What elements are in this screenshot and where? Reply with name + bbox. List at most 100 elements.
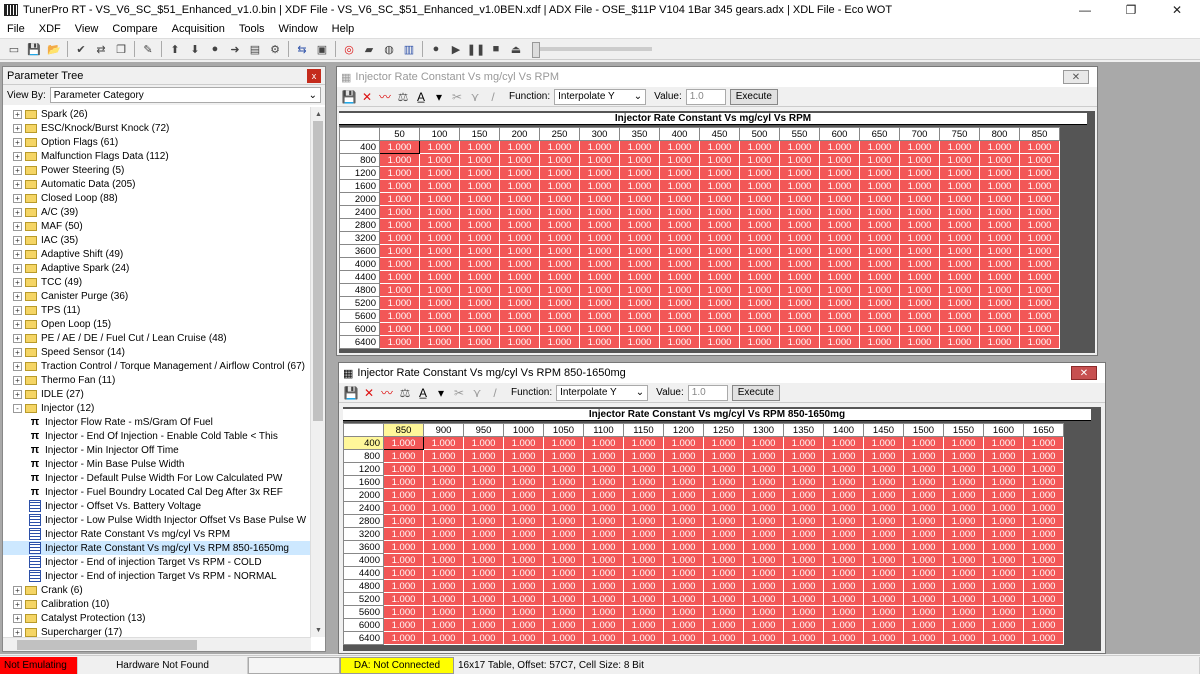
- table-cell[interactable]: 1.000: [783, 553, 824, 567]
- tree-item[interactable]: Injector Rate Constant Vs mg/cyl Vs RPM: [3, 527, 311, 541]
- table-cell[interactable]: 1.000: [663, 579, 704, 593]
- table-cell[interactable]: 1.000: [423, 501, 464, 515]
- close-button[interactable]: ✕: [1154, 0, 1200, 20]
- eject-icon[interactable]: ⏏: [508, 41, 524, 57]
- table-cell[interactable]: 1.000: [899, 153, 940, 167]
- table-cell[interactable]: 1.000: [863, 501, 904, 515]
- column-header[interactable]: 1350: [783, 423, 824, 437]
- table-cell[interactable]: 1.000: [779, 153, 820, 167]
- menu-xdf[interactable]: XDF: [32, 23, 68, 35]
- table-cell[interactable]: 1.000: [459, 322, 500, 336]
- table-cell[interactable]: 1.000: [739, 205, 780, 219]
- row-header[interactable]: 1200: [339, 166, 380, 180]
- table-cell[interactable]: 1.000: [783, 618, 824, 632]
- compare-icon[interactable]: ⇄: [93, 41, 109, 57]
- table-cell[interactable]: 1.000: [743, 449, 784, 463]
- expand-icon[interactable]: +: [13, 179, 22, 189]
- save-icon[interactable]: 💾: [341, 89, 357, 105]
- table-cell[interactable]: 1.000: [503, 631, 544, 645]
- table-cell[interactable]: 1.000: [659, 166, 700, 180]
- table-cell[interactable]: 1.000: [663, 475, 704, 489]
- table-cell[interactable]: 1.000: [943, 592, 984, 606]
- table-cell[interactable]: 1.000: [939, 218, 980, 232]
- table-cell[interactable]: 1.000: [823, 553, 864, 567]
- row-header[interactable]: 400: [343, 436, 384, 450]
- table-cell[interactable]: 1.000: [499, 270, 540, 284]
- table-cell[interactable]: 1.000: [459, 270, 500, 284]
- link-icon[interactable]: ⚙: [267, 41, 283, 57]
- table-cell[interactable]: 1.000: [979, 179, 1020, 193]
- close-icon[interactable]: ✕: [1071, 366, 1097, 380]
- graph-icon[interactable]: 〰: [379, 385, 395, 401]
- table-cell[interactable]: 1.000: [863, 618, 904, 632]
- table-cell[interactable]: 1.000: [419, 335, 460, 349]
- table-cell[interactable]: 1.000: [423, 631, 464, 645]
- table-cell[interactable]: 1.000: [659, 179, 700, 193]
- table-cell[interactable]: 1.000: [783, 436, 824, 450]
- tree-category[interactable]: + TPS (11): [3, 303, 311, 317]
- collapse-icon[interactable]: -: [13, 403, 22, 413]
- table-cell[interactable]: 1.000: [903, 527, 944, 541]
- table-cell[interactable]: 1.000: [379, 231, 420, 245]
- table-cell[interactable]: 1.000: [783, 540, 824, 554]
- table-cell[interactable]: 1.000: [779, 270, 820, 284]
- table-cell[interactable]: 1.000: [939, 231, 980, 245]
- table-cell[interactable]: 1.000: [819, 140, 860, 154]
- table-cell[interactable]: 1.000: [819, 153, 860, 167]
- table-cell[interactable]: 1.000: [939, 140, 980, 154]
- table-cell[interactable]: 1.000: [659, 192, 700, 206]
- table-cell[interactable]: 1.000: [619, 166, 660, 180]
- table-cell[interactable]: 1.000: [503, 514, 544, 528]
- table-cell[interactable]: 1.000: [783, 501, 824, 515]
- table-cell[interactable]: 1.000: [383, 501, 424, 515]
- table-cell[interactable]: 1.000: [623, 579, 664, 593]
- table-cell[interactable]: 1.000: [979, 257, 1020, 271]
- table-cell[interactable]: 1.000: [943, 527, 984, 541]
- table-cell[interactable]: 1.000: [939, 153, 980, 167]
- table-cell[interactable]: 1.000: [819, 192, 860, 206]
- expand-icon[interactable]: +: [13, 277, 22, 287]
- table-cell[interactable]: 1.000: [939, 166, 980, 180]
- table-cell[interactable]: 1.000: [543, 592, 584, 606]
- table-cell[interactable]: 1.000: [703, 631, 744, 645]
- table-cell[interactable]: 1.000: [903, 514, 944, 528]
- table-cell[interactable]: 1.000: [819, 166, 860, 180]
- slash-icon[interactable]: /: [485, 89, 501, 105]
- check-icon[interactable]: ✔: [73, 41, 89, 57]
- table-cell[interactable]: 1.000: [983, 462, 1024, 476]
- table-cell[interactable]: 1.000: [579, 244, 620, 258]
- table-cell[interactable]: 1.000: [699, 231, 740, 245]
- table-cell[interactable]: 1.000: [779, 166, 820, 180]
- expand-icon[interactable]: +: [13, 109, 22, 119]
- table-cell[interactable]: 1.000: [583, 631, 624, 645]
- tree-category[interactable]: + Adaptive Spark (24): [3, 261, 311, 275]
- table-cell[interactable]: 1.000: [539, 296, 580, 310]
- table-cell[interactable]: 1.000: [1023, 618, 1064, 632]
- table-cell[interactable]: 1.000: [383, 566, 424, 580]
- expand-icon[interactable]: +: [13, 627, 22, 637]
- table-cell[interactable]: 1.000: [419, 270, 460, 284]
- table-cell[interactable]: 1.000: [823, 449, 864, 463]
- table-cell[interactable]: 1.000: [419, 257, 460, 271]
- table-cell[interactable]: 1.000: [979, 296, 1020, 310]
- table-cell[interactable]: 1.000: [863, 631, 904, 645]
- table-cell[interactable]: 1.000: [583, 514, 624, 528]
- table-cell[interactable]: 1.000: [819, 257, 860, 271]
- table-cell[interactable]: 1.000: [743, 514, 784, 528]
- tree-category[interactable]: + ESC/Knock/Burst Knock (72): [3, 121, 311, 135]
- table-cell[interactable]: 1.000: [943, 618, 984, 632]
- column-header[interactable]: 300: [579, 127, 620, 141]
- table-cell[interactable]: 1.000: [543, 449, 584, 463]
- table-cell[interactable]: 1.000: [1019, 257, 1060, 271]
- table-cell[interactable]: 1.000: [943, 566, 984, 580]
- row-header[interactable]: 2800: [343, 514, 384, 528]
- column-header[interactable]: 650: [859, 127, 900, 141]
- table-cell[interactable]: 1.000: [459, 296, 500, 310]
- table-cell[interactable]: 1.000: [663, 501, 704, 515]
- table-cell[interactable]: 1.000: [863, 605, 904, 619]
- table-cell[interactable]: 1.000: [423, 618, 464, 632]
- table-cell[interactable]: 1.000: [739, 270, 780, 284]
- tree-item[interactable]: Injector Rate Constant Vs mg/cyl Vs RPM …: [3, 541, 311, 555]
- cut-icon[interactable]: ✂: [451, 385, 467, 401]
- table-cell[interactable]: 1.000: [743, 553, 784, 567]
